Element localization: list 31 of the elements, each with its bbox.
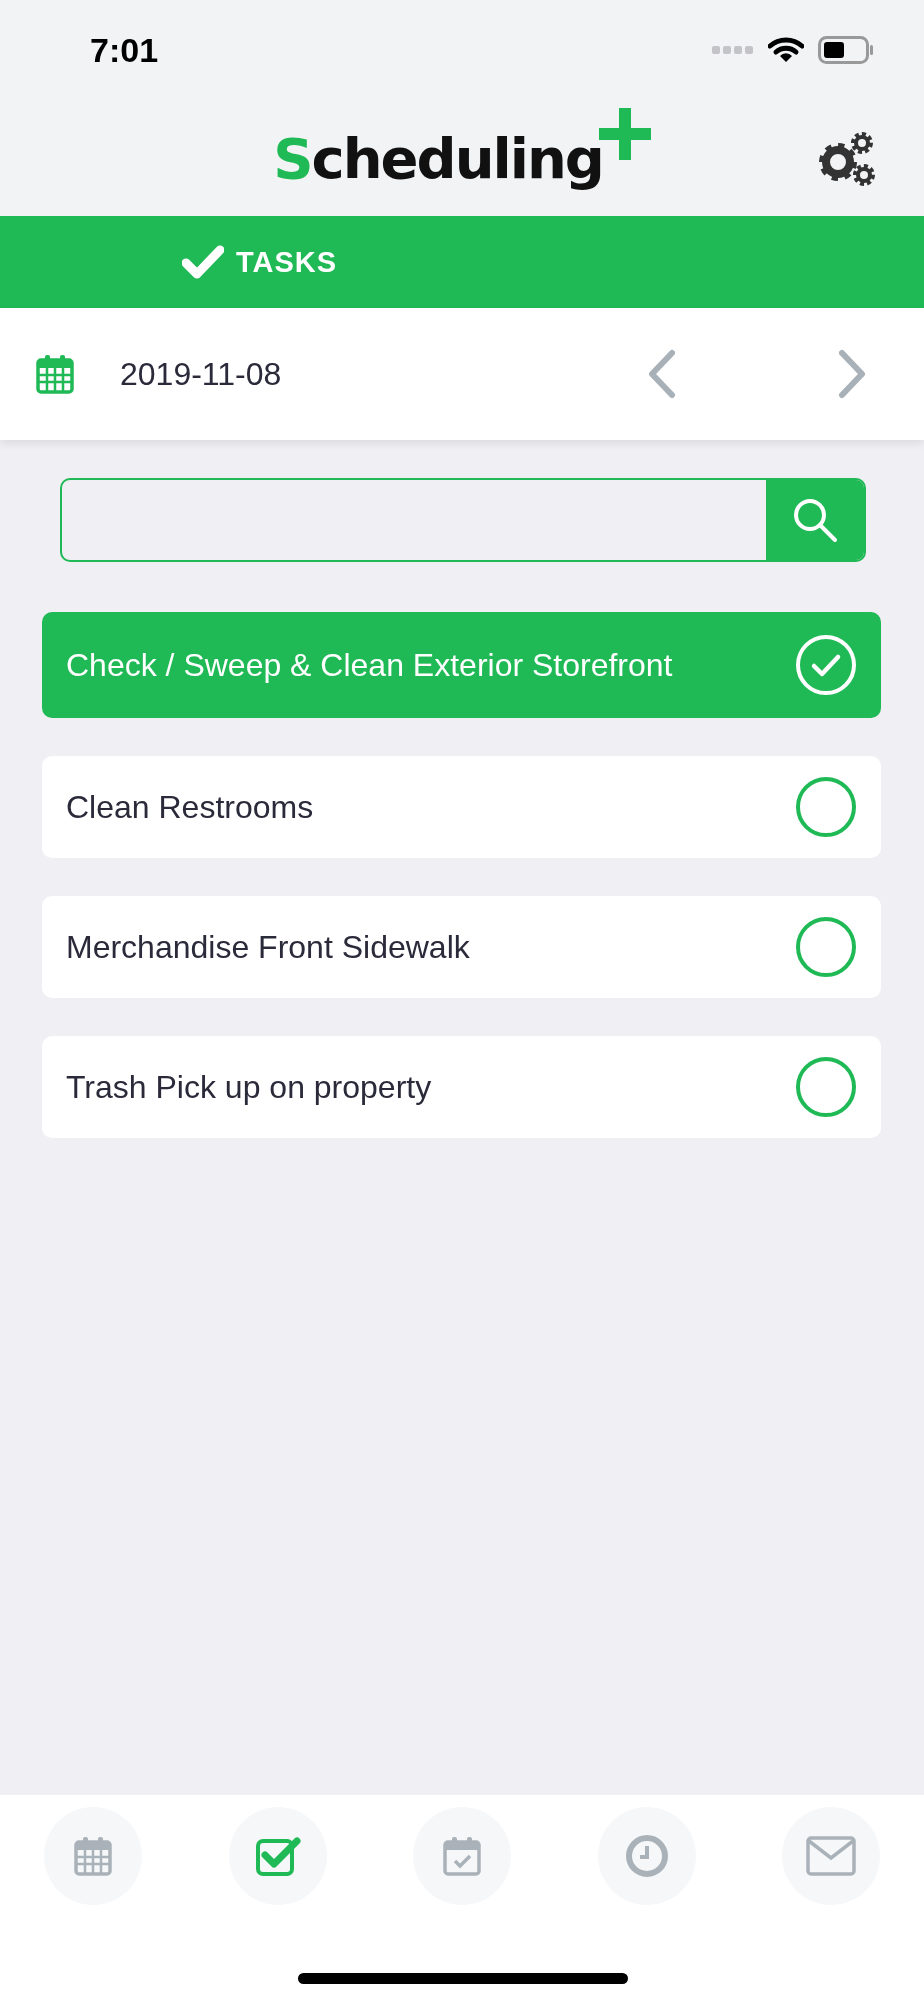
task-title: Check / Sweep & Clean Exterior Storefront bbox=[66, 646, 674, 685]
settings-icon[interactable] bbox=[818, 130, 876, 188]
empty-circle-icon[interactable] bbox=[795, 1056, 857, 1118]
task-card[interactable]: Merchandise Front Sidewalk bbox=[42, 896, 881, 998]
task-title: Trash Pick up on property bbox=[66, 1068, 433, 1107]
app-logo: Scheduling bbox=[273, 125, 603, 191]
mail-icon bbox=[806, 1836, 856, 1876]
task-title: Merchandise Front Sidewalk bbox=[66, 928, 471, 967]
chevron-right-icon bbox=[837, 349, 867, 399]
clock-icon bbox=[624, 1834, 669, 1878]
calendar-check-icon bbox=[443, 1836, 481, 1876]
date-label: 2019-11-08 bbox=[120, 355, 283, 393]
checkbox-icon bbox=[254, 1835, 301, 1877]
empty-circle-icon[interactable] bbox=[795, 916, 857, 978]
search-icon bbox=[791, 496, 839, 544]
signal-icon bbox=[712, 45, 754, 55]
search-button[interactable] bbox=[766, 480, 864, 560]
calendar-icon bbox=[74, 1836, 112, 1876]
checked-circle-icon[interactable] bbox=[795, 634, 857, 696]
status-time: 7:01 bbox=[90, 30, 159, 70]
task-title: Clean Restrooms bbox=[66, 788, 315, 827]
wifi-icon bbox=[768, 36, 804, 64]
plus-icon bbox=[598, 108, 651, 160]
battery-icon bbox=[818, 36, 874, 64]
check-icon bbox=[182, 245, 224, 279]
search-field[interactable] bbox=[60, 478, 866, 562]
calendar-icon bbox=[36, 354, 74, 394]
task-card[interactable]: Clean Restrooms bbox=[42, 756, 881, 858]
empty-circle-icon[interactable] bbox=[795, 776, 857, 838]
task-card[interactable]: Trash Pick up on property bbox=[42, 1036, 881, 1138]
chevron-left-icon bbox=[647, 349, 677, 399]
